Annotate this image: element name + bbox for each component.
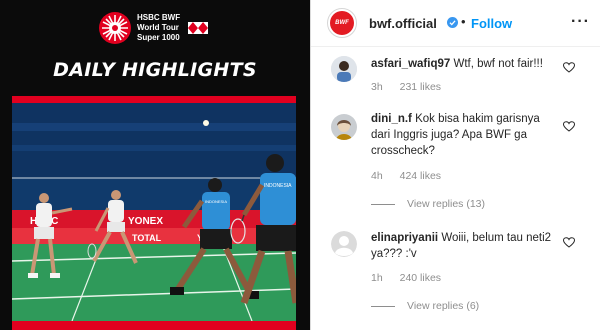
comment-likes[interactable]: 424 likes	[400, 170, 441, 182]
comment-item: dini_n.f Kok bisa hakim garisnya dari In…	[311, 108, 600, 218]
user-photo-icon	[331, 56, 357, 82]
comment-time: 1h	[371, 272, 383, 284]
default-avatar-icon	[331, 231, 357, 257]
comment-meta: 3h 231 likes	[371, 81, 455, 93]
comment-item: asfari_wafiq97 Wtf, bwf not fair!!! 3h 2…	[311, 50, 600, 100]
brand-line-2: World Tour	[137, 23, 179, 32]
comment-username[interactable]: elinapriyanii	[371, 232, 438, 244]
brand-line-1: HSBC BWF	[137, 13, 181, 22]
instagram-post-view: HSBC BWF World Tour Super 1000 DAILY HIG…	[0, 0, 600, 330]
heart-icon[interactable]	[563, 62, 575, 73]
red-banner-bottom	[12, 321, 296, 330]
post-header: BWF bwf.official • Follow ···	[311, 0, 600, 47]
view-replies-button[interactable]: View replies (13)	[371, 198, 485, 210]
comment-item: elinapriyanii Woiii, belum tau neti2 ya?…	[311, 226, 600, 330]
board-text-total: TOTAL	[132, 233, 162, 243]
daily-highlights-title: DAILY HIGHLIGHTS	[53, 59, 257, 81]
verified-badge-icon	[447, 17, 458, 28]
avatar[interactable]: BWF	[327, 8, 357, 38]
comment-time: 4h	[371, 170, 383, 182]
avatar-text: BWF	[335, 20, 349, 26]
video-frame[interactable]: HSBC YONEX TOTAL YONEX	[12, 103, 296, 321]
comment-username[interactable]: dini_n.f	[371, 113, 412, 125]
shuttlecock-emblem-icon	[99, 12, 131, 44]
comment-username[interactable]: asfari_wafiq97	[371, 58, 450, 70]
jersey-text-1: INDONESIA	[205, 199, 227, 204]
heart-icon[interactable]	[563, 121, 575, 132]
follow-button[interactable]: Follow	[471, 16, 512, 31]
brand-line-3: Super 1000	[137, 33, 180, 42]
shuttlecock	[203, 120, 209, 126]
user-photo-icon	[331, 114, 357, 140]
jersey-text-2: INDONESIA	[264, 183, 292, 189]
left-edge-gutter	[0, 103, 12, 321]
avatar[interactable]	[331, 231, 357, 257]
replies-line	[371, 203, 395, 205]
view-replies-label: View replies (6)	[407, 300, 480, 312]
view-replies-label: View replies (13)	[407, 198, 486, 210]
replies-line	[371, 305, 395, 307]
comment-likes[interactable]: 231 likes	[400, 81, 441, 93]
post-media[interactable]: HSBC BWF World Tour Super 1000 DAILY HIG…	[0, 0, 310, 330]
bwf-world-tour-logo: HSBC BWF World Tour Super 1000	[98, 11, 209, 45]
avatar[interactable]	[331, 56, 357, 82]
comment-time: 3h	[371, 81, 383, 93]
board-text-yonex: YONEX	[128, 216, 163, 227]
comment-meta: 1h 240 likes	[371, 272, 455, 284]
comment-meta: 4h 424 likes	[371, 170, 455, 182]
badminton-court-scene: HSBC YONEX TOTAL YONEX	[12, 103, 296, 321]
post-author-username[interactable]: bwf.official	[369, 16, 437, 31]
avatar[interactable]	[331, 114, 357, 140]
comment-likes[interactable]: 240 likes	[400, 272, 441, 284]
view-replies-button[interactable]: View replies (6)	[371, 300, 479, 312]
comment-text: Wtf, bwf not fair!!!	[453, 58, 543, 70]
red-banner-top	[12, 96, 296, 103]
heart-icon[interactable]	[563, 237, 575, 248]
separator-dot: •	[461, 14, 466, 29]
hsbc-hexagon-icon	[188, 22, 209, 34]
more-options-icon[interactable]: ···	[571, 13, 590, 31]
